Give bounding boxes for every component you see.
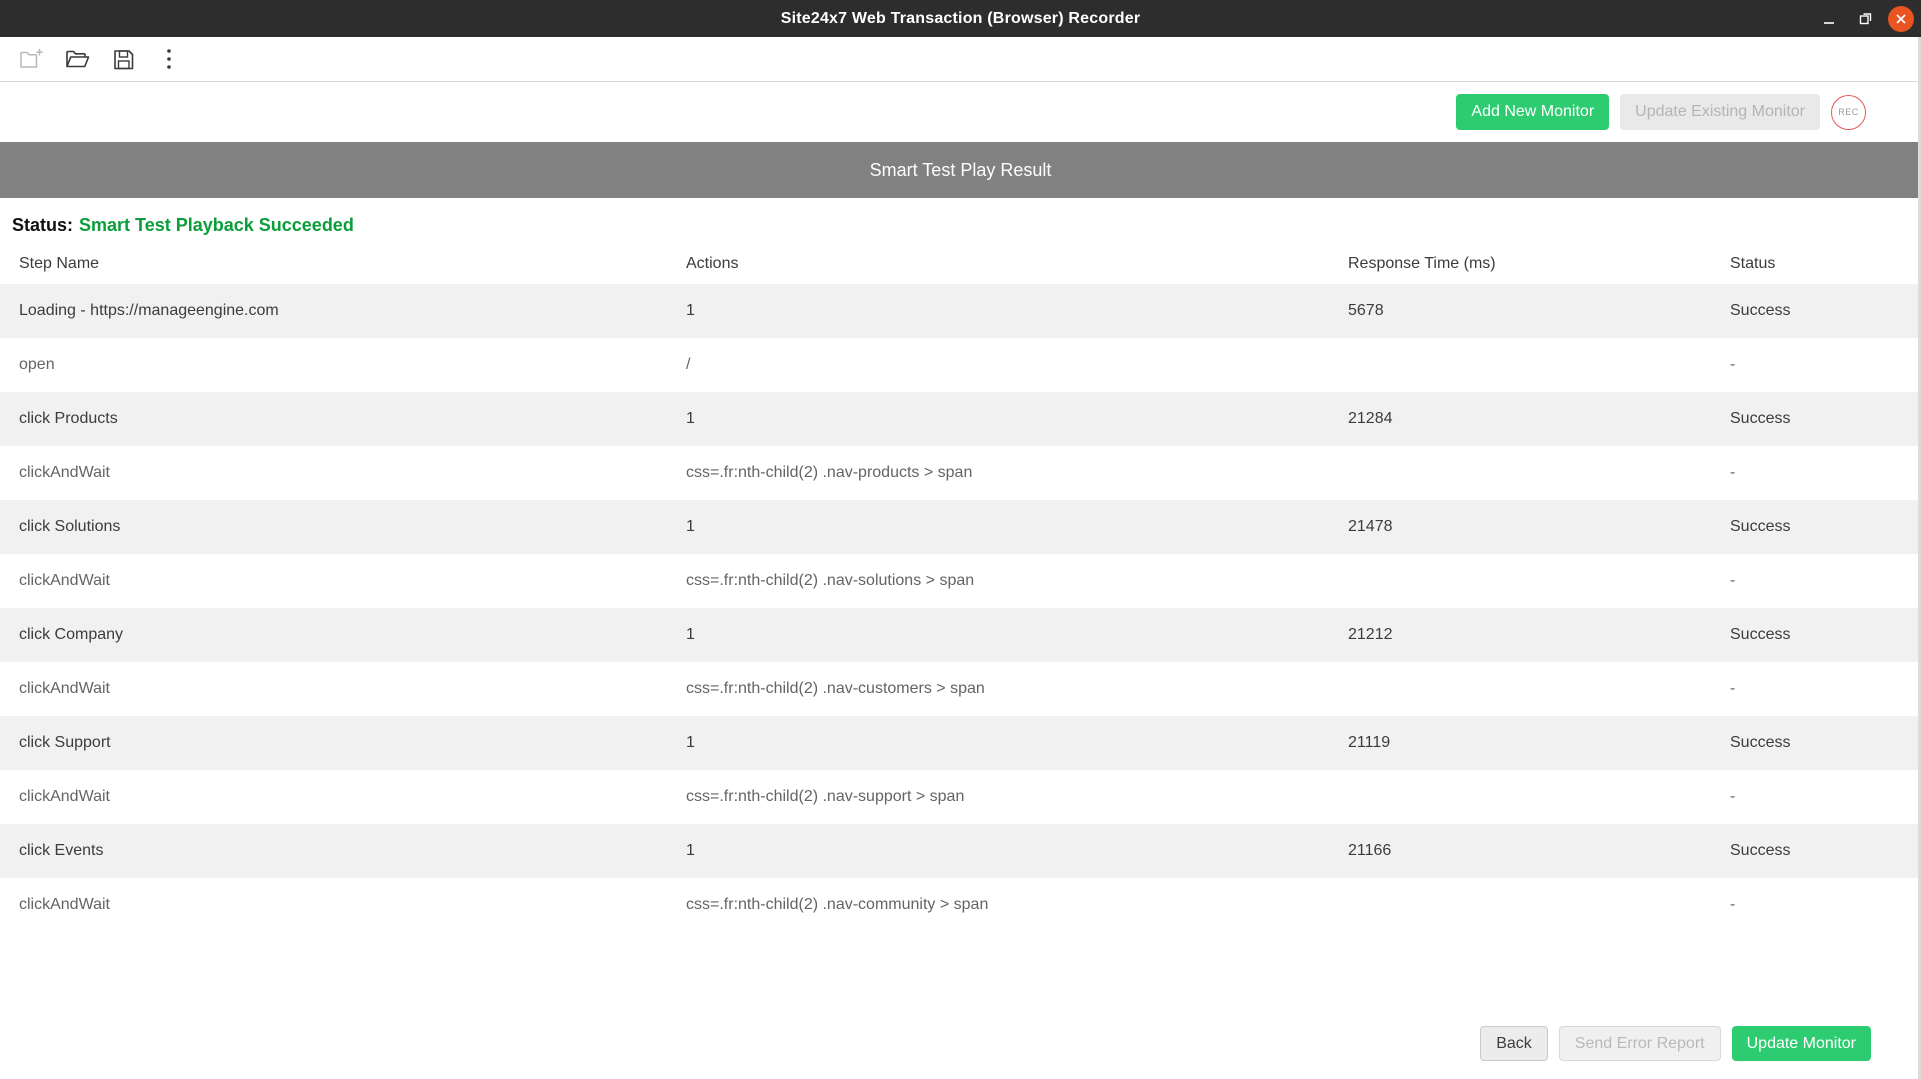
send-error-report-button[interactable]: Send Error Report (1559, 1026, 1721, 1061)
cell-step-name: click Solutions (0, 500, 667, 554)
status-line: Status: Smart Test Playback Succeeded (0, 198, 1921, 250)
cell-response-time (1329, 770, 1711, 824)
cell-actions: / (667, 338, 1329, 392)
status-value: Smart Test Playback Succeeded (79, 215, 354, 235)
table-row: clickAndWait css=.fr:nth-child(2) .nav-c… (0, 878, 1921, 932)
cell-response-time (1329, 446, 1711, 500)
cell-actions: css=.fr:nth-child(2) .nav-solutions > sp… (667, 554, 1329, 608)
close-icon (1895, 13, 1907, 25)
cell-status: - (1711, 446, 1921, 500)
save-button[interactable] (108, 44, 138, 74)
cell-step-name: click Company (0, 608, 667, 662)
save-icon (111, 47, 136, 72)
cell-status: Success (1711, 824, 1921, 878)
cell-status: Success (1711, 392, 1921, 446)
table-row: Loading - https://manageengine.com 1 567… (0, 284, 1921, 338)
table-row: clickAndWait css=.fr:nth-child(2) .nav-s… (0, 554, 1921, 608)
new-file-button[interactable] (16, 44, 46, 74)
cell-step-name: clickAndWait (0, 770, 667, 824)
results-table: Step Name Actions Response Time (ms) Sta… (0, 250, 1921, 932)
minimize-button[interactable] (1816, 6, 1842, 32)
table-row: click Support 1 21119 Success (0, 716, 1921, 770)
table-row: click Company 1 21212 Success (0, 608, 1921, 662)
cell-status: - (1711, 878, 1921, 932)
add-new-monitor-button[interactable]: Add New Monitor (1456, 94, 1609, 130)
cell-response-time: 21166 (1329, 824, 1711, 878)
table-row: open / - (0, 338, 1921, 392)
footer-actions: Back Send Error Report Update Monitor (1480, 1026, 1871, 1061)
cell-step-name: click Support (0, 716, 667, 770)
toolbar (0, 37, 1921, 82)
restore-icon (1858, 11, 1873, 26)
overflow-menu-button[interactable] (154, 44, 184, 74)
cell-actions: 1 (667, 392, 1329, 446)
monitor-action-row: Add New Monitor Update Existing Monitor … (0, 82, 1921, 142)
restore-button[interactable] (1852, 6, 1878, 32)
table-row: click Solutions 1 21478 Success (0, 500, 1921, 554)
window-title: Site24x7 Web Transaction (Browser) Recor… (781, 10, 1141, 28)
cell-step-name: clickAndWait (0, 446, 667, 500)
table-row: click Products 1 21284 Success (0, 392, 1921, 446)
table-row: click Events 1 21166 Success (0, 824, 1921, 878)
cell-status: Success (1711, 716, 1921, 770)
cell-step-name: Loading - https://manageengine.com (0, 284, 667, 338)
cell-response-time (1329, 878, 1711, 932)
status-label: Status: (12, 215, 73, 235)
cell-response-time (1329, 554, 1711, 608)
titlebar: Site24x7 Web Transaction (Browser) Recor… (0, 0, 1921, 37)
cell-status: - (1711, 770, 1921, 824)
table-row: clickAndWait css=.fr:nth-child(2) .nav-p… (0, 446, 1921, 500)
cell-status: Success (1711, 500, 1921, 554)
cell-step-name: click Events (0, 824, 667, 878)
cell-actions: css=.fr:nth-child(2) .nav-community > sp… (667, 878, 1329, 932)
col-header-actions: Actions (667, 250, 1329, 284)
new-file-icon (18, 46, 44, 72)
window-controls (1816, 0, 1914, 37)
cell-actions: css=.fr:nth-child(2) .nav-customers > sp… (667, 662, 1329, 716)
cell-actions: 1 (667, 824, 1329, 878)
cell-response-time: 21478 (1329, 500, 1711, 554)
cell-step-name: clickAndWait (0, 878, 667, 932)
cell-actions: css=.fr:nth-child(2) .nav-products > spa… (667, 446, 1329, 500)
results-table-body: Loading - https://manageengine.com 1 567… (0, 284, 1921, 932)
cell-actions: 1 (667, 500, 1329, 554)
cell-response-time: 21284 (1329, 392, 1711, 446)
open-folder-button[interactable] (62, 44, 92, 74)
update-existing-monitor-button[interactable]: Update Existing Monitor (1620, 94, 1820, 130)
cell-status: - (1711, 554, 1921, 608)
cell-status: Success (1711, 608, 1921, 662)
col-header-status: Status (1711, 250, 1921, 284)
cell-actions: 1 (667, 284, 1329, 338)
table-row: clickAndWait css=.fr:nth-child(2) .nav-c… (0, 662, 1921, 716)
cell-actions: css=.fr:nth-child(2) .nav-support > span (667, 770, 1329, 824)
cell-response-time: 21212 (1329, 608, 1711, 662)
col-header-step-name: Step Name (0, 250, 667, 284)
cell-response-time (1329, 662, 1711, 716)
minimize-icon (1822, 12, 1836, 26)
result-banner: Smart Test Play Result (0, 142, 1921, 198)
table-header-row: Step Name Actions Response Time (ms) Sta… (0, 250, 1921, 284)
cell-step-name: clickAndWait (0, 554, 667, 608)
rec-indicator[interactable]: REC (1831, 95, 1866, 130)
cell-response-time (1329, 338, 1711, 392)
cell-status: Success (1711, 284, 1921, 338)
cell-status: - (1711, 662, 1921, 716)
cell-status: - (1711, 338, 1921, 392)
result-banner-title: Smart Test Play Result (870, 160, 1052, 181)
cell-step-name: click Products (0, 392, 667, 446)
open-folder-icon (64, 46, 91, 72)
cell-response-time: 5678 (1329, 284, 1711, 338)
cell-actions: 1 (667, 608, 1329, 662)
back-button[interactable]: Back (1480, 1026, 1548, 1061)
update-monitor-button[interactable]: Update Monitor (1732, 1026, 1871, 1061)
overflow-menu-icon (165, 46, 173, 72)
close-button[interactable] (1888, 6, 1914, 32)
cell-response-time: 21119 (1329, 716, 1711, 770)
table-row: clickAndWait css=.fr:nth-child(2) .nav-s… (0, 770, 1921, 824)
cell-actions: 1 (667, 716, 1329, 770)
cell-step-name: open (0, 338, 667, 392)
cell-step-name: clickAndWait (0, 662, 667, 716)
col-header-response-time: Response Time (ms) (1329, 250, 1711, 284)
